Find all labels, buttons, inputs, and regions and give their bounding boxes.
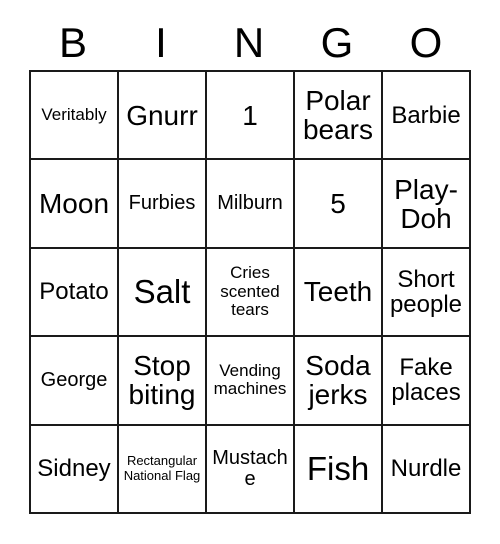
bingo-cell-b5[interactable]: Sidney [31,425,119,515]
bingo-header-letter-g: G [320,19,354,66]
bingo-cell-i1[interactable]: Gnurr [119,72,207,161]
bingo-cell-b1[interactable]: Veritably [31,72,119,161]
bingo-cell-label: Vending machines [213,361,287,399]
bingo-cell-i4[interactable]: Stop biting [119,337,207,426]
bingo-cell-i5[interactable]: Rectangular National Flag [119,425,207,515]
bingo-card: B I N G O Veritably Gnurr 1 Polar bears … [0,0,500,544]
bingo-cell-n4[interactable]: Vending machines [207,337,295,426]
bingo-cell-label: Potato [39,278,109,306]
bingo-header-letter-b: B [58,19,87,66]
bingo-grid: Veritably Gnurr 1 Polar bears Barbie Moo… [29,70,471,515]
bingo-row: George Stop biting Vending machines Soda… [31,337,471,426]
bingo-cell-n3[interactable]: Cries scented tears [207,248,295,338]
bingo-cell-label: Cries scented tears [220,263,280,320]
bingo-row: Moon Furbies Milburn 5 Play-Doh [31,160,471,249]
bingo-cell-i2[interactable]: Furbies [119,160,207,249]
bingo-cell-label: Fish [306,450,370,487]
bingo-cell-g4[interactable]: Soda jerks [295,337,383,426]
bingo-cell-o4[interactable]: Fake places [383,337,471,426]
bingo-cell-label: Rectangular National Flag [123,453,201,483]
bingo-cell-label: Barbie [391,101,461,129]
bingo-cell-b2[interactable]: Moon [31,160,119,249]
bingo-cell-n2[interactable]: Milburn [207,160,295,249]
bingo-cell-b3[interactable]: Potato [31,248,119,338]
bingo-cell-label: Fake places [391,354,461,407]
bingo-cell-label: Furbies [128,192,196,215]
bingo-cell-g5[interactable]: Fish [295,425,383,515]
bingo-cell-label: Milburn [217,192,283,215]
bingo-row: Potato Salt Cries scented tears Teeth Sh… [31,248,471,338]
bingo-cell-label: Stop biting [128,350,196,411]
bingo-cell-o5[interactable]: Nurdle [383,425,471,515]
bingo-cell-label: Short people [389,265,463,319]
bingo-header-letter-n: N [233,19,265,66]
bingo-cell-n5[interactable]: Mustache [207,425,295,515]
bingo-cell-i3[interactable]: Salt [119,248,207,338]
bingo-cell-label: Nurdle [390,455,462,483]
bingo-row: Veritably Gnurr 1 Polar bears Barbie [31,72,471,161]
bingo-cell-g2[interactable]: 5 [295,160,383,249]
bingo-cell-label: Mustache [212,446,288,490]
bingo-cell-label: Salt [133,273,191,311]
bingo-cell-b4[interactable]: George [31,337,119,426]
bingo-cell-label: 1 [242,99,258,131]
bingo-header-letter-o: O [409,19,443,66]
bingo-cell-label: Veritably [41,105,107,125]
bingo-cell-o3[interactable]: Short people [383,248,471,338]
bingo-cell-o1[interactable]: Barbie [383,72,471,161]
bingo-header-letter-i: I [155,19,167,66]
bingo-cell-n1[interactable]: 1 [207,72,295,161]
bingo-cell-o2[interactable]: Play-Doh [383,160,471,249]
bingo-cell-label: Soda jerks [305,350,371,411]
bingo-cell-label: George [40,368,108,391]
bingo-cell-g3[interactable]: Teeth [295,248,383,338]
bingo-cell-label: Sidney [37,455,111,483]
bingo-cell-label: Moon [38,188,110,220]
bingo-cell-label: 5 [330,188,346,220]
bingo-cell-label: Gnurr [126,99,198,131]
bingo-cell-label: Polar bears [302,85,374,146]
bingo-header-row: B I N G O [29,16,471,70]
bingo-cell-label: Play-Doh [394,173,458,234]
bingo-cell-g1[interactable]: Polar bears [295,72,383,161]
bingo-cell-label: Teeth [303,276,373,308]
bingo-row: Sidney Rectangular National Flag Mustach… [31,425,471,515]
